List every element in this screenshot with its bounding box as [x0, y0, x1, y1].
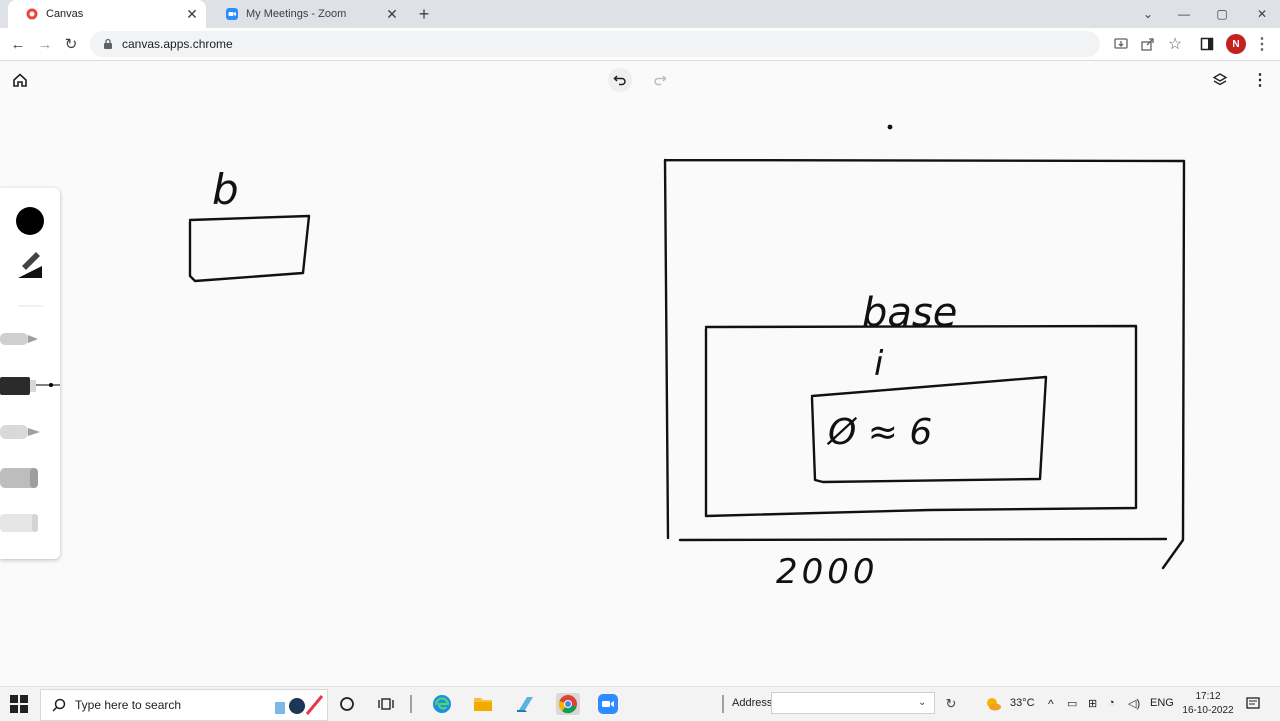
clock-time: 17:12	[1195, 691, 1221, 702]
volume-icon[interactable]: ◁)	[1128, 697, 1140, 710]
highlighter-tool-icon[interactable]	[0, 425, 40, 439]
address-toolbar-input[interactable]	[771, 692, 935, 714]
pen-tool-icon[interactable]	[0, 333, 38, 345]
tab-strip: Canvas ✕ My Meetings - Zoom ✕ + ⌄ — ▢ ✕	[0, 0, 1280, 28]
search-placeholder: Type here to search	[75, 698, 182, 712]
back-arrow-icon[interactable]: ←	[7, 34, 29, 54]
taskbar-clock[interactable]: 17:12 16-10-2022	[1180, 690, 1236, 718]
task-view-icon[interactable]	[375, 693, 397, 715]
tab-canvas[interactable]: Canvas ✕	[8, 0, 206, 28]
notifications-icon[interactable]	[1245, 696, 1261, 712]
pen-size-icon[interactable]	[18, 252, 42, 278]
file-explorer-icon[interactable]	[472, 693, 494, 715]
search-highlight-icon	[275, 695, 324, 715]
address-dropdown-icon[interactable]: ⌄	[918, 697, 926, 708]
cortana-icon[interactable]	[336, 693, 358, 715]
profile-avatar[interactable]: N	[1226, 34, 1246, 54]
canvas-app: ⋮	[0, 61, 1280, 686]
close-window-icon[interactable]: ✕	[1244, 0, 1280, 28]
store-app-icon[interactable]	[514, 693, 536, 715]
address-toolbar-label: Address	[732, 697, 773, 709]
taskbar-divider	[410, 695, 412, 713]
install-app-icon[interactable]	[1113, 36, 1129, 52]
tab-title: My Meetings - Zoom	[246, 8, 347, 20]
clock-date: 16-10-2022	[1182, 705, 1234, 716]
maximize-icon[interactable]: ▢	[1204, 0, 1240, 28]
show-hidden-icons-chevron-icon[interactable]: ^	[1048, 697, 1054, 711]
vpn-icon[interactable]: ⊞	[1088, 697, 1097, 710]
taskbar-divider	[722, 695, 724, 713]
forward-arrow-icon[interactable]: →	[34, 34, 56, 54]
edge-icon[interactable]	[431, 693, 453, 715]
battery-icon[interactable]: ▭	[1067, 697, 1077, 710]
zoom-favicon	[226, 8, 238, 20]
weather-temperature[interactable]: 33°C	[1010, 697, 1035, 709]
share-icon[interactable]	[1140, 36, 1156, 52]
close-tab-icon[interactable]: ✕	[184, 6, 200, 22]
weather-sun-icon[interactable]	[984, 696, 1002, 712]
windows-taskbar: Type here to search Address ⌄ ↻ 33°C ^ ▭…	[0, 686, 1280, 721]
tab-title: Canvas	[46, 8, 84, 20]
close-tab-icon[interactable]: ✕	[384, 6, 400, 22]
browser-toolbar: ← → ↻ canvas.apps.chrome ☆ N ⋮	[0, 28, 1280, 61]
url-text: canvas.apps.chrome	[122, 37, 233, 51]
new-tab-button[interactable]: +	[414, 4, 434, 24]
bookmark-star-icon[interactable]: ☆	[1167, 36, 1183, 53]
address-refresh-icon[interactable]: ↻	[942, 695, 960, 713]
more-options-icon[interactable]: ⋮	[1248, 68, 1272, 92]
language-indicator[interactable]: ENG	[1150, 697, 1174, 709]
minimize-icon[interactable]: —	[1166, 0, 1202, 28]
chrome-icon[interactable]	[556, 693, 580, 715]
zoom-app-icon[interactable]	[597, 693, 619, 715]
eraser-tool-icon[interactable]	[0, 514, 38, 532]
search-icon	[52, 698, 66, 712]
chalk-tool-icon[interactable]	[0, 468, 38, 488]
redo-icon[interactable]	[648, 68, 672, 92]
side-panel-icon[interactable]	[1199, 36, 1215, 52]
undo-icon[interactable]	[608, 68, 632, 92]
marker-tool-icon[interactable]	[0, 377, 66, 395]
address-bar[interactable]: canvas.apps.chrome	[90, 31, 1100, 57]
layers-icon[interactable]	[1208, 68, 1232, 92]
taskbar-search-box[interactable]: Type here to search	[40, 689, 328, 721]
home-icon[interactable]	[8, 68, 32, 92]
tab-zoom[interactable]: My Meetings - Zoom ✕	[208, 0, 406, 28]
ink-color-dot-icon[interactable]	[16, 207, 44, 235]
tab-search-chevron-icon[interactable]: ⌄	[1130, 0, 1166, 28]
canvas-favicon	[26, 8, 38, 20]
wifi-icon[interactable]: ◔	[1108, 697, 1115, 709]
windows-start-icon[interactable]	[8, 693, 30, 715]
reload-icon[interactable]: ↻	[60, 34, 82, 54]
lock-icon[interactable]	[102, 38, 114, 50]
pen-palette	[0, 188, 66, 559]
more-menu-icon[interactable]: ⋮	[1254, 36, 1270, 53]
